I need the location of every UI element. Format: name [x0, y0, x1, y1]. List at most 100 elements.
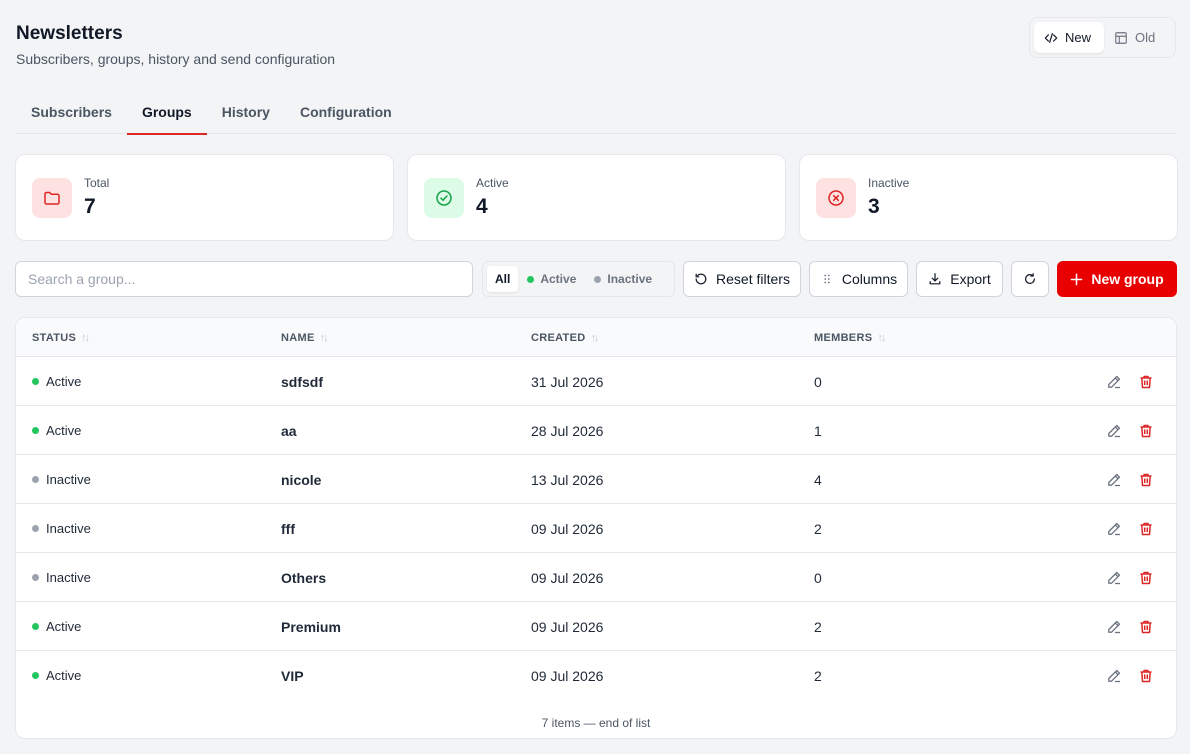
- created-cell: 09 Jul 2026: [531, 569, 604, 586]
- status-dot-icon: [32, 427, 39, 434]
- delete-button[interactable]: [1138, 423, 1154, 439]
- tab-history[interactable]: History: [207, 96, 285, 134]
- tab-bar: Subscribers Groups History Configuration: [16, 96, 1176, 135]
- pencil-icon: [1108, 522, 1121, 535]
- status-text: Active: [46, 668, 82, 683]
- filter-all-label: All: [495, 272, 511, 286]
- stat-icon-active: [424, 177, 464, 218]
- stat-value-total: 7: [84, 195, 96, 218]
- delete-button[interactable]: [1138, 521, 1154, 537]
- edit-button[interactable]: [1106, 668, 1122, 684]
- name-cell: Others: [281, 569, 327, 586]
- active-dot-icon: [527, 275, 535, 283]
- filter-active-label: Active: [540, 272, 577, 286]
- search-input[interactable]: [15, 261, 473, 297]
- tab-configuration[interactable]: Configuration: [285, 96, 407, 134]
- delete-button[interactable]: [1138, 668, 1154, 684]
- table-row[interactable]: Active sdfsdf 31 Jul 2026 0: [16, 357, 1176, 406]
- refresh-button[interactable]: [1011, 261, 1049, 297]
- toolbar: All Active Inactive Reset filters Column…: [15, 261, 1177, 297]
- tab-subscribers[interactable]: Subscribers: [16, 96, 127, 134]
- column-header-status[interactable]: STATUS ↑↓: [32, 318, 90, 357]
- version-toggle: New Old: [1029, 17, 1176, 58]
- status-cell: Active: [32, 406, 81, 455]
- stat-card-active: Active 4: [407, 154, 786, 241]
- table-row[interactable]: Inactive Others 09 Jul 2026 0: [16, 553, 1176, 602]
- row-actions: [1106, 406, 1154, 455]
- folder-icon: [44, 191, 60, 205]
- trash-icon: [1140, 620, 1152, 633]
- row-actions: [1106, 651, 1154, 700]
- delete-button[interactable]: [1138, 374, 1154, 390]
- column-header-created-label: CREATED: [531, 331, 586, 344]
- members-cell: 2: [814, 618, 822, 635]
- members-cell: 2: [814, 520, 822, 537]
- columns-button[interactable]: Columns: [809, 261, 908, 297]
- stats-row: Total 7 Active 4 Inactive 3: [15, 154, 1178, 241]
- row-actions: [1106, 553, 1154, 602]
- page-header: Newsletters Subscribers, groups, history…: [16, 22, 335, 67]
- sort-icon: ↑↓: [319, 331, 329, 344]
- status-text: Active: [46, 374, 82, 389]
- row-actions: [1106, 357, 1154, 406]
- members-cell: 1: [814, 422, 822, 439]
- filter-inactive-label: Inactive: [607, 272, 653, 286]
- status-cell: Inactive: [32, 553, 91, 602]
- sort-icon: ↑↓: [81, 331, 90, 344]
- status-text: Inactive: [46, 521, 91, 536]
- filter-all[interactable]: All: [487, 266, 519, 292]
- x-circle-icon: [828, 189, 844, 206]
- edit-button[interactable]: [1106, 521, 1122, 537]
- export-button[interactable]: Export: [916, 261, 1003, 297]
- sort-icon: ↑↓: [590, 331, 599, 344]
- check-circle-icon: [436, 189, 452, 206]
- reset-filters-button[interactable]: Reset filters: [683, 261, 801, 297]
- edit-button[interactable]: [1106, 374, 1122, 390]
- version-old-button[interactable]: Old: [1104, 22, 1165, 53]
- status-dot-icon: [32, 623, 39, 630]
- name-cell: fff: [281, 520, 295, 537]
- pencil-icon: [1108, 571, 1121, 584]
- filter-active[interactable]: Active: [518, 266, 585, 292]
- trash-icon: [1140, 424, 1152, 437]
- stat-value-active: 4: [476, 195, 488, 218]
- status-dot-icon: [32, 378, 39, 385]
- pencil-icon: [1108, 669, 1121, 682]
- filter-inactive[interactable]: Inactive: [585, 266, 661, 292]
- table-row[interactable]: Active aa 28 Jul 2026 1: [16, 406, 1176, 455]
- edit-button[interactable]: [1106, 570, 1122, 586]
- stat-value-inactive: 3: [868, 195, 880, 218]
- table-row[interactable]: Inactive fff 09 Jul 2026 2: [16, 504, 1176, 553]
- table-row[interactable]: Inactive nicole 13 Jul 2026 4: [16, 455, 1176, 504]
- status-dot-icon: [32, 525, 39, 532]
- delete-button[interactable]: [1138, 472, 1154, 488]
- status-dot-icon: [32, 672, 39, 679]
- refresh-icon: [1025, 273, 1035, 284]
- row-actions: [1106, 504, 1154, 553]
- column-header-members-label: MEMBERS: [814, 331, 873, 344]
- pencil-icon: [1108, 375, 1121, 388]
- tab-groups[interactable]: Groups: [126, 96, 207, 135]
- table-row[interactable]: Active Premium 09 Jul 2026 2: [16, 602, 1176, 651]
- reset-filters-label: Reset filters: [716, 271, 790, 287]
- delete-button[interactable]: [1138, 570, 1154, 586]
- code-icon: [1044, 32, 1058, 43]
- column-header-name[interactable]: NAME ↑↓: [281, 318, 329, 357]
- drag-handle-icon: [824, 274, 830, 284]
- column-header-status-label: STATUS: [32, 331, 77, 344]
- stat-label-active: Active: [476, 176, 509, 190]
- status-dot-icon: [32, 574, 39, 581]
- edit-button[interactable]: [1106, 619, 1122, 635]
- name-cell: sdfsdf: [281, 373, 323, 390]
- table-row[interactable]: Active VIP 09 Jul 2026 2: [16, 651, 1176, 700]
- layout-icon: [1115, 31, 1127, 44]
- delete-button[interactable]: [1138, 619, 1154, 635]
- version-new-button[interactable]: New: [1034, 22, 1104, 53]
- columns-label: Columns: [841, 271, 898, 287]
- new-group-button[interactable]: New group: [1057, 261, 1177, 297]
- column-header-members[interactable]: MEMBERS ↑↓: [814, 318, 886, 357]
- stat-card-total: Total 7: [15, 154, 394, 241]
- edit-button[interactable]: [1106, 423, 1122, 439]
- column-header-created[interactable]: CREATED ↑↓: [531, 318, 599, 357]
- edit-button[interactable]: [1106, 472, 1122, 488]
